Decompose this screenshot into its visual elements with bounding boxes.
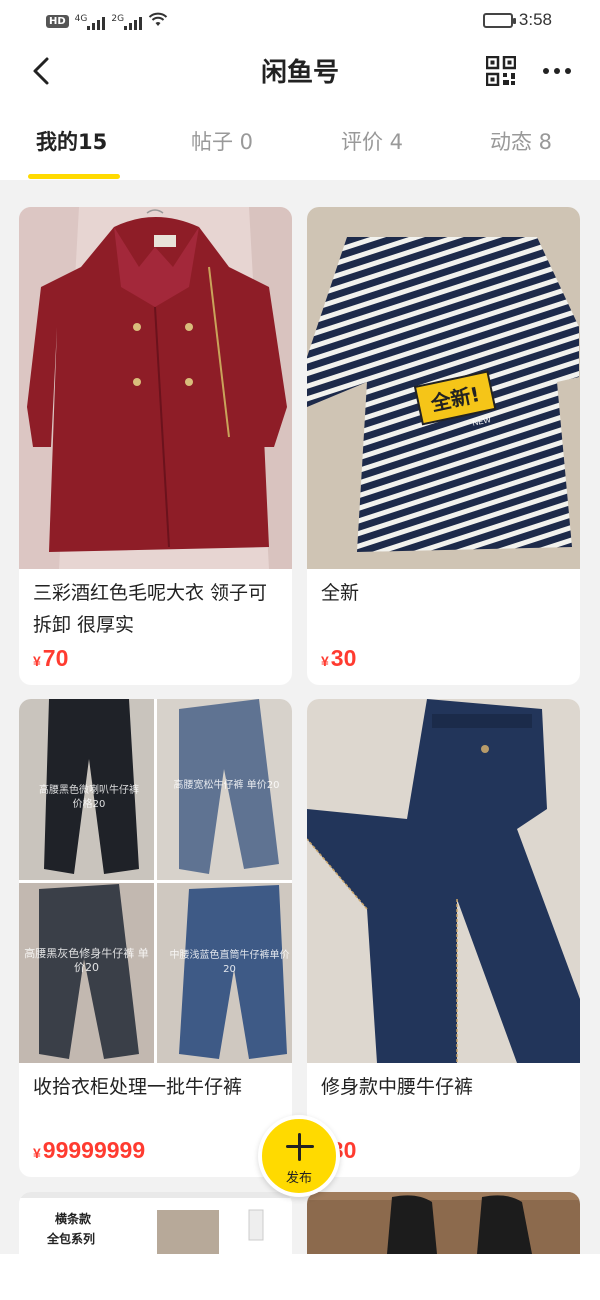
- image-caption: 中腰浅蓝色直筒牛仔裤单价20: [169, 950, 290, 975]
- plus-icon: [286, 1133, 314, 1161]
- more-button[interactable]: [536, 52, 578, 90]
- qr-code-button[interactable]: [482, 52, 520, 90]
- tab-bar: 我的15 帖子 0 评价 4 动态 8: [0, 112, 600, 180]
- hd-badge: HD: [46, 15, 69, 28]
- currency-symbol: ¥: [321, 653, 329, 669]
- status-right: 3:58: [482, 10, 552, 30]
- item-price: ¥ 70: [33, 645, 68, 672]
- image-caption: 高腰宽松牛仔裤 单价20: [173, 780, 280, 791]
- item-card-partial-left[interactable]: 横条款 全包系列: [19, 1192, 292, 1254]
- publish-label: 发布: [285, 1171, 312, 1186]
- wifi-icon: [148, 12, 168, 31]
- currency-symbol: ¥: [33, 1145, 41, 1161]
- item-image-partial-right: [307, 1192, 580, 1254]
- tab-posts[interactable]: 帖子 0: [191, 126, 253, 156]
- nav-bar: 闲鱼号: [0, 44, 600, 98]
- price-value: 70: [42, 645, 69, 671]
- item-image-partial-left: 横条款 全包系列: [19, 1192, 292, 1254]
- tab-activity[interactable]: 动态 8: [490, 126, 552, 156]
- item-image-slim-jeans: [307, 699, 580, 1063]
- item-image-jeans-collage: 高腰黑色微喇叭牛仔裤价格20 高腰宽松牛仔裤 单价20 高腰黑灰色修身牛仔裤 单…: [19, 699, 292, 1063]
- status-left: HD 4G 2G: [46, 12, 168, 31]
- signal-icon-sim2: 2G: [111, 14, 143, 30]
- item-card-striped-shirt[interactable]: 全新! NEW 全新 ¥ 30: [307, 207, 580, 685]
- price-value: 30: [330, 645, 357, 671]
- item-card-coat[interactable]: 三彩酒红色毛呢大衣 领子可拆卸 很厚实 ¥ 70: [19, 207, 292, 685]
- item-title: 三彩酒红色毛呢大衣 领子可拆卸 很厚实: [33, 582, 268, 636]
- image-caption: 高腰黑色微喇叭牛仔裤价格20: [39, 785, 139, 810]
- tab-mine[interactable]: 我的15: [36, 126, 107, 156]
- image-text: 横条款: [55, 1212, 92, 1226]
- item-title: 修身款中腰牛仔裤: [321, 1076, 474, 1098]
- item-image-striped-shirt: 全新! NEW: [307, 207, 580, 569]
- item-title: 全新: [321, 582, 360, 604]
- item-card-slim-jeans[interactable]: 修身款中腰牛仔裤 ¥ 30: [307, 699, 580, 1177]
- currency-symbol: ¥: [33, 653, 41, 669]
- item-card-partial-right[interactable]: [307, 1192, 580, 1254]
- item-price: ¥ 99999999: [33, 1137, 145, 1164]
- bottom-safe-area: [0, 1254, 600, 1300]
- status-bar: HD 4G 2G 3:58: [0, 0, 600, 44]
- publish-button[interactable]: 发布: [258, 1115, 340, 1197]
- signal-icon-sim1: 4G: [75, 14, 106, 30]
- more-dots-icon: [543, 68, 549, 74]
- tab-reviews[interactable]: 评价 4: [341, 126, 403, 156]
- item-grid: 三彩酒红色毛呢大衣 领子可拆卸 很厚实 ¥ 70 全新! NEW 全新 ¥ 30…: [0, 180, 600, 1254]
- battery-icon: [482, 12, 516, 28]
- image-caption: 高腰黑灰色修身牛仔裤 单价20: [24, 947, 149, 974]
- price-value: 99999999: [42, 1137, 146, 1163]
- image-text: 全包系列: [47, 1232, 96, 1246]
- item-card-jeans-batch[interactable]: 高腰黑色微喇叭牛仔裤价格20 高腰宽松牛仔裤 单价20 高腰黑灰色修身牛仔裤 单…: [19, 699, 292, 1177]
- tab-indicator: [28, 174, 120, 179]
- status-time: 3:58: [518, 10, 552, 29]
- item-price: ¥ 30: [321, 645, 356, 672]
- item-image-coat: [19, 207, 292, 569]
- item-title: 收拾衣柜处理一批牛仔裤: [33, 1076, 243, 1098]
- qr-code-icon: [486, 56, 516, 86]
